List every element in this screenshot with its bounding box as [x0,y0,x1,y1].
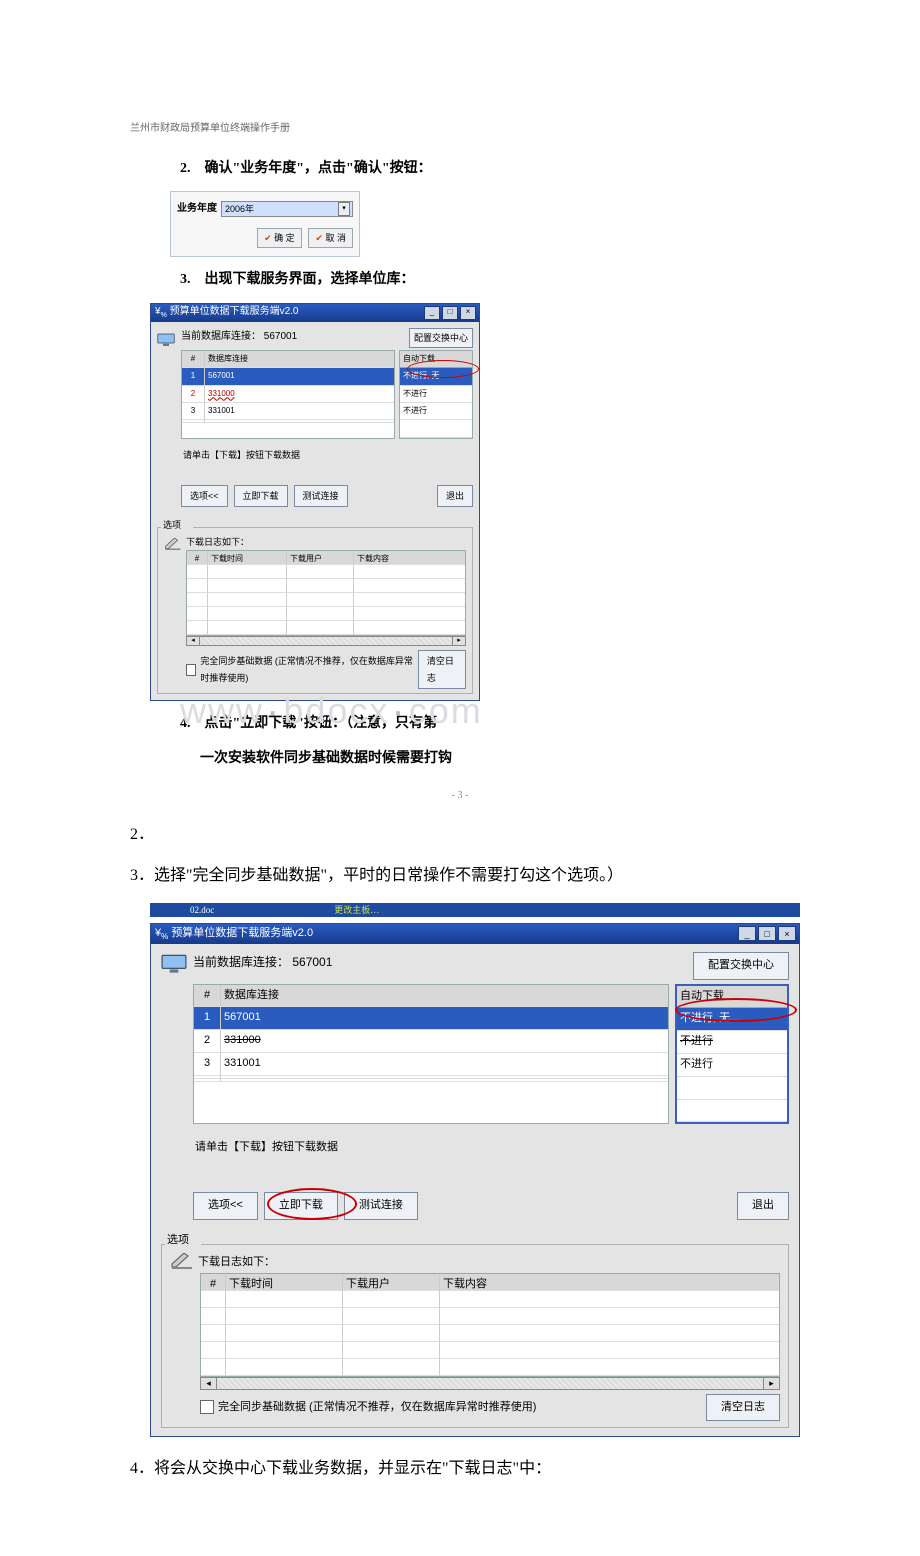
chevron-down-icon[interactable]: ▾ [338,202,350,216]
step-3: 3. 出现下载服务界面，选择单位库： [180,267,790,292]
scroll-left-icon[interactable]: ◂ [186,636,200,646]
task-strip: 02.doc 更改主板… [150,903,800,917]
db-grid[interactable]: #数据库连接 1567001 2331000 3331001 [181,350,395,439]
auto-download-grid[interactable]: 自动下载 不进行, 无... 不进行 不进行 [399,350,473,439]
scroll-left-icon[interactable]: ◂ [200,1377,217,1390]
test-conn-button[interactable]: 测试连接 [344,1192,418,1220]
minimize-icon[interactable]: _ [424,306,440,320]
h-scrollbar[interactable]: ◂ ▸ [186,636,466,646]
full-sync-checkbox[interactable]: 完全同步基础数据 (正常情况不推荐，仅在数据库异常时推荐使用) [200,1398,536,1418]
step-4a: 4. 点击"立即下载"按钮：（注意，只有第 [180,711,790,736]
app-window-large: ¥% 预算单位数据下载服务端v2.0 _ □ × 当前数据库连接： 567001… [150,923,800,1438]
minimize-icon[interactable]: _ [738,926,756,941]
year-label: 业务年度 [177,200,217,218]
auto-download-grid[interactable]: 自动下载 不进行, 无... 不进行 不进行 [675,984,789,1125]
para-4: 4．将会从交换中心下载业务数据，并显示在"下载日志"中： [130,1455,790,1484]
config-exchange-button[interactable]: 配置交换中心 [693,952,789,980]
pencil-icon [164,534,182,548]
para-2: 2． [130,821,790,850]
year-selector-dialog: 业务年度 2006年 ▾ ✔ 确 定 ✔ 取 消 [170,191,360,257]
download-now-button[interactable]: 立即下载 [234,485,288,507]
pencil-icon [170,1253,194,1271]
ok-button[interactable]: ✔ 确 定 [257,228,302,248]
para-3: 3．选择"完全同步基础数据"，平时的日常操作不需要打勾这个选项。） [130,862,790,891]
app-window-small: ¥% 预算单位数据下载服务端v2.0 _ □ × 当前数据库连接： 567001… [150,303,480,701]
titlebar: ¥% 预算单位数据下载服务端v2.0 _ □ × [151,304,479,322]
maximize-icon[interactable]: □ [758,926,776,941]
options-button[interactable]: 选项<< [193,1192,258,1220]
download-now-button[interactable]: 立即下载 [264,1192,338,1220]
step-4b: 一次安装软件同步基础数据时候需要打钩 [200,746,790,771]
exit-button[interactable]: 退出 [737,1192,789,1220]
scroll-right-icon[interactable]: ▸ [452,636,466,646]
exit-button[interactable]: 退出 [437,485,473,507]
monitor-icon [161,954,187,974]
scroll-right-icon[interactable]: ▸ [763,1377,780,1390]
clear-log-button[interactable]: 清空日志 [418,650,466,688]
log-grid[interactable]: # 下载时间 下载用户 下载内容 [200,1273,780,1377]
monitor-icon [157,330,175,344]
clear-log-button[interactable]: 清空日志 [706,1394,780,1422]
cancel-button[interactable]: ✔ 取 消 [308,228,353,248]
page-number: - 3 - [130,787,790,805]
db-grid[interactable]: #数据库连接 1567001 2331000 3331001 [193,984,669,1125]
h-scrollbar[interactable]: ◂ ▸ [200,1377,780,1390]
year-dropdown[interactable]: 2006年 ▾ [221,201,353,217]
step-2: 2. 确认"业务年度"，点击"确认"按钮： [180,156,790,181]
test-conn-button[interactable]: 测试连接 [294,485,348,507]
titlebar: ¥% 预算单位数据下载服务端v2.0 _ □ × [151,924,799,944]
log-grid[interactable]: # 下载时间 下载用户 下载内容 [186,550,466,636]
maximize-icon[interactable]: □ [442,306,458,320]
options-button[interactable]: 选项<< [181,485,228,507]
config-exchange-button[interactable]: 配置交换中心 [409,328,473,348]
close-icon[interactable]: × [778,926,796,941]
full-sync-checkbox[interactable]: 完全同步基础数据 (正常情况不推荐，仅在数据库异常时推荐使用) [186,653,418,685]
close-icon[interactable]: × [460,306,476,320]
doc-header: 兰州市财政局预算单位终端操作手册 [130,120,790,138]
